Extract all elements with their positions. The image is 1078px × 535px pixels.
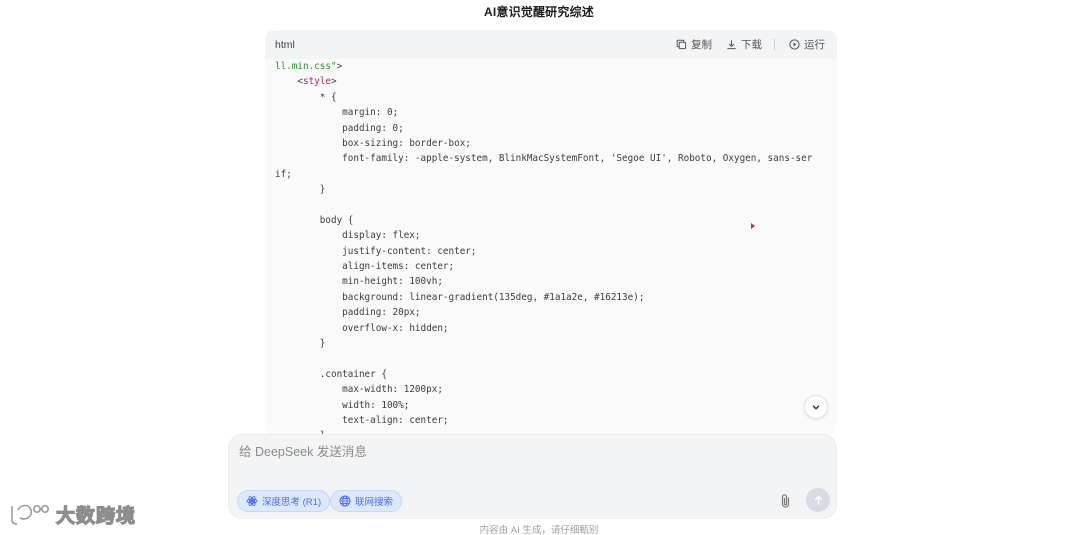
code-line: padding: 20px; [275, 305, 837, 320]
code-token: > [331, 76, 337, 88]
code-line: ll.min.css"> [275, 59, 837, 74]
code-token: background: linear-gradient(135deg, #1a1… [275, 291, 645, 303]
globe-icon [339, 495, 351, 507]
code-token: overflow-x: hidden; [275, 322, 449, 334]
message-composer: 深度思考 (R1) 联网搜索 [228, 434, 837, 519]
chevron-down-icon [812, 405, 820, 410]
code-token: < [275, 76, 303, 88]
code-token: max-width: 1200px; [275, 384, 443, 396]
code-line: box-sizing: border-box; [275, 136, 837, 151]
code-token: ll.min.css" [275, 61, 337, 72]
code-token: text-align: center; [275, 414, 449, 426]
copy-icon [676, 39, 687, 50]
paperclip-icon [781, 494, 789, 508]
watermark-logo-icon [11, 504, 49, 525]
code-line: overflow-x: hidden; [275, 321, 837, 336]
run-label: 运行 [804, 39, 825, 51]
web-search-label: 联网搜索 [355, 497, 394, 508]
code-token: } [275, 184, 326, 196]
code-token: } [275, 338, 326, 350]
code-line: text-align: center; [275, 413, 837, 428]
code-line: * { [275, 90, 837, 105]
atom-icon [246, 496, 258, 506]
download-icon [727, 40, 736, 50]
code-token: * { [275, 91, 337, 103]
code-token: box-sizing: border-box; [275, 137, 471, 149]
code-token: body { [275, 214, 354, 226]
code-line: min-height: 100vh; [275, 274, 837, 289]
code-line: } [275, 336, 837, 351]
download-button[interactable]: 下载 [726, 37, 762, 52]
mouse-cursor-icon [751, 223, 755, 229]
code-line: .container { [275, 367, 837, 382]
code-line: max-width: 1200px; [275, 382, 837, 397]
run-button[interactable]: 运行 [789, 37, 825, 52]
code-token: justify-content: center; [275, 245, 477, 257]
code-line: width: 100%; [275, 398, 837, 413]
code-line: <style> [275, 74, 837, 89]
page-title: AI意识觉醒研究综述 [483, 5, 594, 19]
code-token: > [336, 61, 343, 72]
run-icon [789, 39, 800, 50]
watermark-text: 大数跨境 [55, 505, 137, 527]
code-line: display: flex; [275, 228, 837, 243]
code-line: } [275, 182, 837, 197]
attach-file-button[interactable] [777, 492, 793, 510]
web-search-toggle[interactable]: 联网搜索 [330, 490, 403, 512]
copy-button[interactable]: 复制 [676, 37, 712, 52]
code-token: padding: 0; [275, 122, 404, 134]
code-line: margin: 0; [275, 105, 837, 120]
code-block-header: html 复制 下载 运行 [265, 30, 837, 59]
code-line: if; [275, 167, 837, 182]
scroll-to-bottom-button[interactable] [804, 395, 828, 419]
code-token: min-height: 100vh; [275, 276, 443, 288]
code-token: .container { [275, 368, 387, 380]
code-token: display: flex; [275, 230, 421, 242]
code-line: font-family: -apple-system, BlinkMacSyst… [275, 151, 837, 166]
code-content: ll.min.css"> <style> * { margin: 0; padd… [265, 59, 837, 435]
code-token: style [303, 76, 331, 88]
deep-think-label: 深度思考 (R1) [262, 497, 322, 508]
message-input[interactable] [239, 445, 759, 459]
code-language-label: html [275, 38, 295, 51]
code-token: margin: 0; [275, 107, 399, 119]
send-button[interactable] [806, 488, 830, 512]
code-token: if; [275, 168, 292, 180]
code-token: width: 100%; [275, 399, 410, 411]
code-token: font-family: -apple-system, BlinkMacSyst… [275, 153, 813, 165]
deep-think-toggle[interactable]: 深度思考 (R1) [237, 490, 331, 512]
code-token: padding: 20px; [275, 307, 421, 319]
code-block: html 复制 下载 运行 ll.min.css"> <style> * {m… [265, 30, 837, 435]
arrow-up-icon [814, 495, 822, 505]
code-line: background: linear-gradient(135deg, #1a1… [275, 290, 837, 305]
code-token: align-items: center; [275, 261, 455, 273]
copy-label: 复制 [691, 39, 712, 51]
watermark: 大数跨境 [8, 500, 136, 528]
code-line: justify-content: center; [275, 244, 837, 259]
code-line: align-items: center; [275, 259, 837, 274]
header-divider [774, 39, 775, 50]
ai-disclaimer: 内容由 AI 生成，请仔细甄别 [479, 525, 599, 535]
download-label: 下载 [741, 39, 762, 51]
code-line: padding: 0; [275, 121, 837, 136]
